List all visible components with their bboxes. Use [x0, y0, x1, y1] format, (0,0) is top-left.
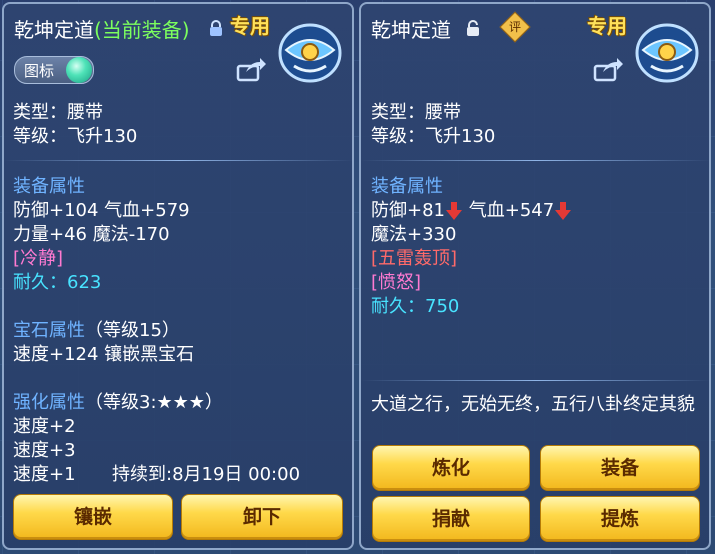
attr-line: 魔法+330 — [371, 224, 457, 245]
unequip-button[interactable]: 卸下 — [181, 494, 343, 540]
lock-open-icon[interactable] — [465, 20, 481, 37]
special-tag: [五雷轰顶] — [371, 248, 458, 269]
divider — [361, 380, 711, 381]
icon-toggle[interactable]: 图标 — [14, 56, 94, 84]
item-description: 大道之行，无始无终，五行八卦终定其貌 — [371, 394, 695, 415]
enhance-line: 速度+3 — [13, 440, 76, 461]
gem-line: 速度+124 镶嵌黑宝石 — [13, 344, 195, 365]
durability-label: 耐久： — [13, 272, 67, 293]
extract-button[interactable]: 提炼 — [540, 496, 700, 542]
item-type: 类型：腰带 — [371, 102, 461, 123]
item-title: 乾坤定道 — [371, 14, 451, 43]
attr-line: 防御+104 气血+579 — [13, 200, 190, 221]
durability-row: 耐久：623 — [13, 272, 101, 294]
divider — [361, 160, 711, 161]
item-name: 乾坤定道 — [14, 18, 94, 42]
enhance-level: （等级3:★★★） — [85, 392, 223, 413]
item-level: 等级：飞升130 — [13, 126, 138, 147]
equip-attr-header: 装备属性 — [371, 176, 443, 197]
enhance-duration: 持续到:8月19日 00:00 — [112, 464, 301, 485]
attr-line: 力量+46 魔法-170 — [13, 224, 170, 245]
attr-line: 防御+81 气血+547 — [371, 200, 572, 222]
lock-closed-icon[interactable] — [208, 20, 224, 37]
durability-value: 623 — [67, 272, 102, 293]
share-icon[interactable] — [236, 58, 266, 82]
rate-badge-icon[interactable]: 评 — [499, 11, 531, 43]
gem-level: （等级15） — [85, 320, 180, 341]
durability-label: 耐久： — [371, 296, 425, 317]
enhance-header: 强化属性 — [13, 392, 85, 413]
toggle-label: 图标 — [24, 62, 55, 80]
decrease-arrow-icon — [555, 202, 572, 220]
item-level: 等级：飞升130 — [371, 126, 496, 147]
compare-equipment-panel: 乾坤定道 评 专用 类型：腰带 等级：飞升130 装备属性 防御+81 气血+5… — [359, 2, 711, 550]
refine-button[interactable]: 炼化 — [372, 445, 530, 491]
gem-header: 宝石属性 — [13, 320, 85, 341]
special-tag: [冷静] — [13, 248, 64, 269]
enhance-header-row: 强化属性（等级3:★★★） — [13, 392, 223, 414]
donate-button[interactable]: 捐献 — [372, 496, 530, 542]
equip-attr-header: 装备属性 — [13, 176, 85, 197]
toggle-knob[interactable] — [66, 57, 92, 83]
item-type: 类型：腰带 — [13, 102, 103, 123]
belt-item-icon — [278, 23, 342, 83]
special-tag: [愤怒] — [371, 272, 422, 293]
share-icon[interactable] — [593, 58, 623, 82]
inlay-button[interactable]: 镶嵌 — [13, 494, 173, 540]
attr-hp: 气血+547 — [468, 200, 555, 221]
belt-item-icon — [635, 23, 699, 83]
current-equipment-panel: 乾坤定道(当前装备) 专用 图标 类型：腰带 等级：飞升130 装备属性 防御+… — [2, 2, 354, 550]
exclusive-label: 专用 — [587, 14, 627, 38]
attr-defense: 防御+81 — [371, 200, 445, 221]
exclusive-label: 专用 — [230, 14, 270, 38]
divider — [4, 160, 354, 161]
current-equipped-label: (当前装备) — [94, 18, 190, 42]
durability-row: 耐久：750 — [371, 296, 459, 318]
enhance-line: 速度+1 — [13, 464, 76, 485]
equip-button[interactable]: 装备 — [540, 445, 700, 491]
item-name: 乾坤定道 — [371, 18, 451, 42]
enhance-line: 速度+2 — [13, 416, 76, 437]
durability-value: 750 — [425, 296, 460, 317]
decrease-arrow-icon — [446, 202, 462, 220]
rate-badge-label: 评 — [508, 20, 521, 34]
item-title: 乾坤定道(当前装备) — [14, 14, 190, 43]
gem-header-row: 宝石属性（等级15） — [13, 320, 180, 342]
